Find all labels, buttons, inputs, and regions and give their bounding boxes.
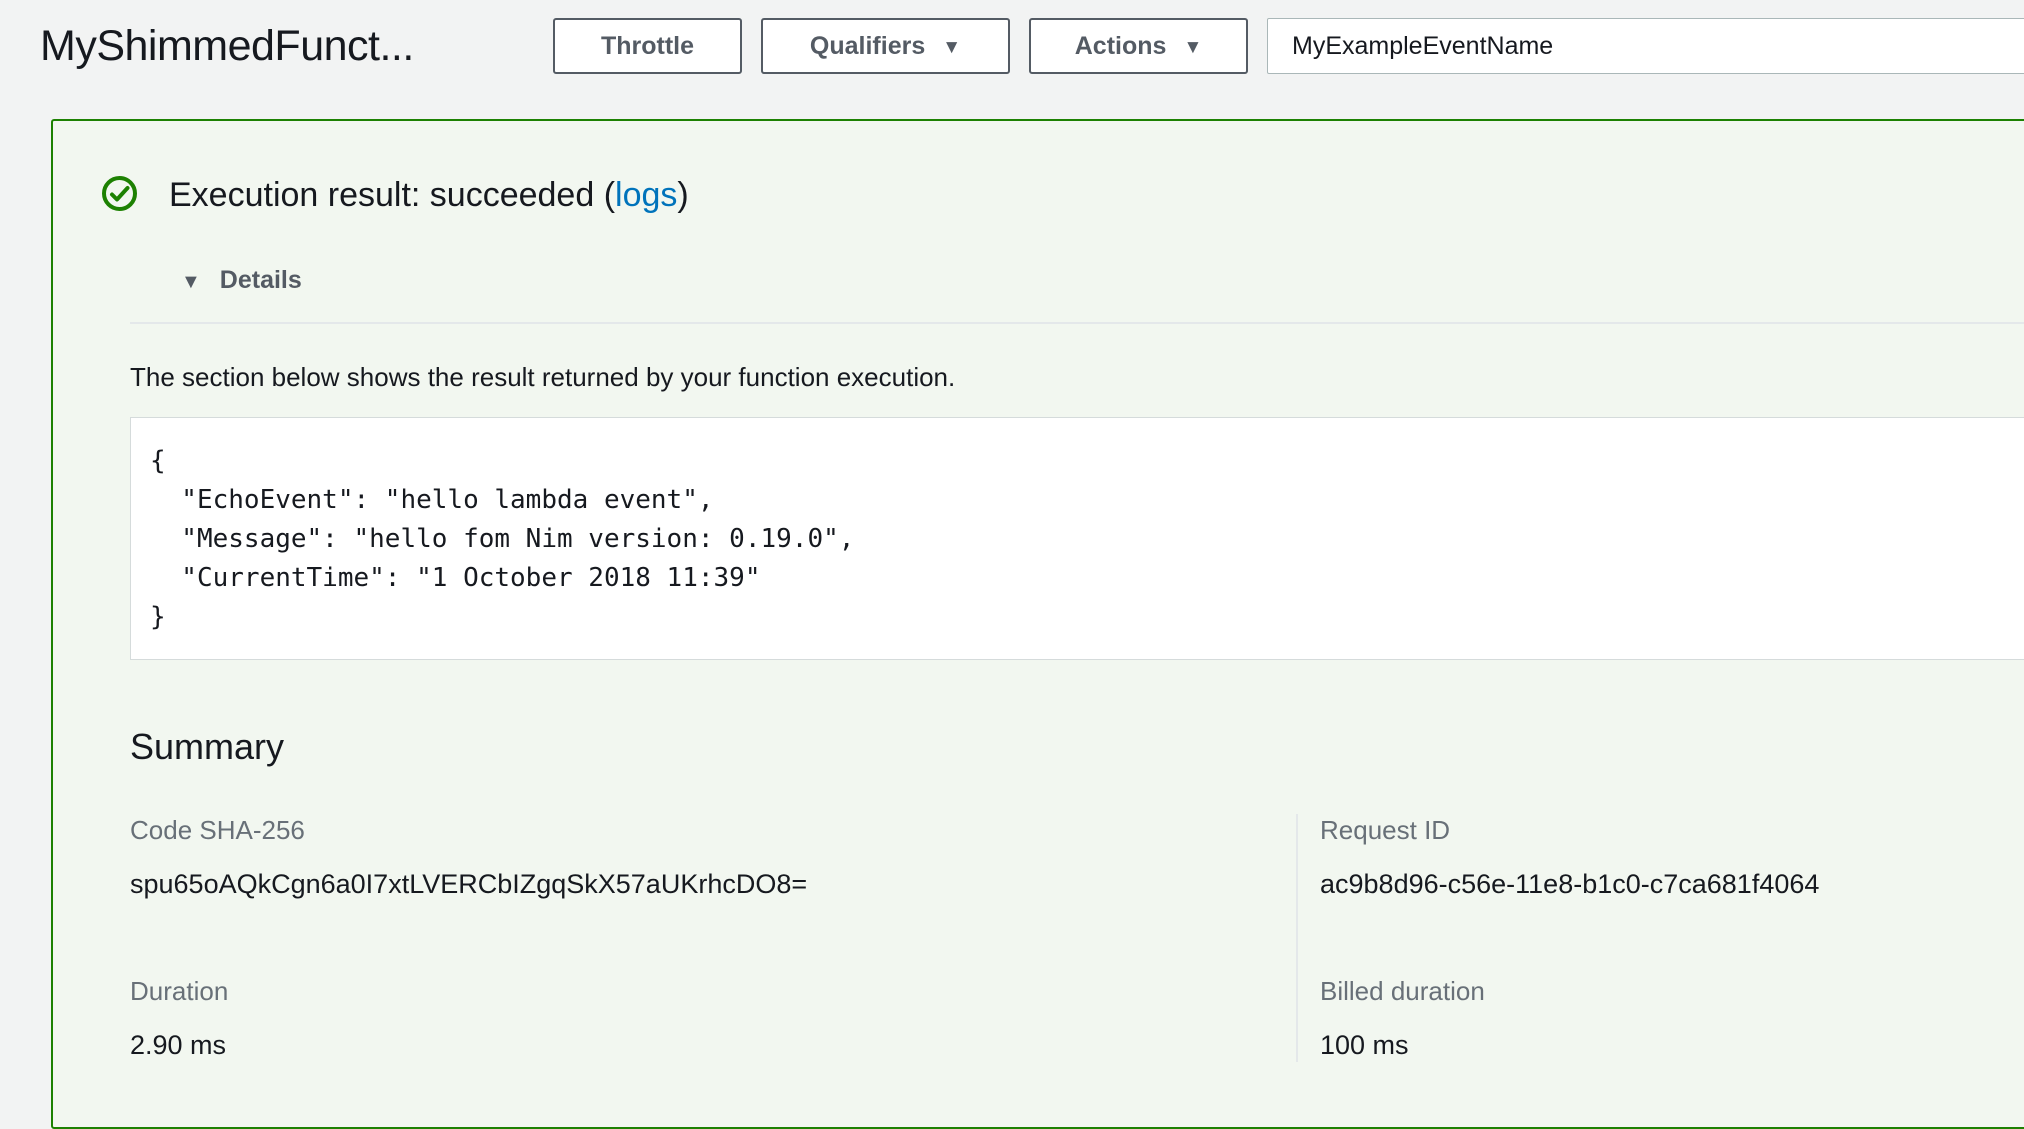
summary-field-code-sha: Code SHA-256 spu65oAQkCgn6a0I7xtLVERCbIZ… <box>130 814 1296 901</box>
qualifiers-button-label: Qualifiers <box>810 32 925 61</box>
result-output-box: { "EchoEvent": "hello lambda event", "Me… <box>130 417 2024 660</box>
summary-field-request-id: Request ID ac9b8d96-c56e-11e8-b1c0-c7ca6… <box>1320 814 2024 901</box>
field-label: Billed duration <box>1320 975 2024 1007</box>
caret-down-icon: ▼ <box>942 38 961 57</box>
field-label: Duration <box>130 975 1296 1007</box>
test-event-select[interactable]: MyExampleEventName <box>1267 18 2024 74</box>
execution-result-panel: Execution result: succeeded (logs) ▼ Det… <box>51 119 2024 1129</box>
function-name-title: MyShimmedFunct... <box>40 22 534 71</box>
result-description: The section below shows the result retur… <box>130 360 2024 394</box>
caret-down-icon: ▼ <box>181 272 201 292</box>
field-value: 100 ms <box>1320 1029 2024 1062</box>
summary-column-right: Request ID ac9b8d96-c56e-11e8-b1c0-c7ca6… <box>1296 814 2024 1062</box>
summary-field-duration: Duration 2.90 ms <box>130 975 1296 1062</box>
caret-down-icon: ▼ <box>1183 38 1202 57</box>
logs-link[interactable]: logs <box>615 176 677 214</box>
success-check-icon <box>100 174 139 213</box>
result-output-json: { "EchoEvent": "hello lambda event", "Me… <box>150 442 2024 637</box>
heading-text: Execution result: succeeded ( <box>169 176 615 214</box>
throttle-button-label: Throttle <box>601 32 694 61</box>
actions-button-label: Actions <box>1075 32 1167 61</box>
details-toggle-label: Details <box>220 266 302 295</box>
field-value: ac9b8d96-c56e-11e8-b1c0-c7ca681f4064 <box>1320 868 2024 901</box>
summary-grid: Code SHA-256 spu65oAQkCgn6a0I7xtLVERCbIZ… <box>130 814 2024 1062</box>
test-event-selected-value: MyExampleEventName <box>1292 32 1553 61</box>
throttle-button[interactable]: Throttle <box>553 18 742 74</box>
section-divider <box>130 322 2024 324</box>
details-toggle[interactable]: ▼ Details <box>181 266 302 295</box>
actions-button[interactable]: Actions ▼ <box>1029 18 1248 74</box>
execution-result-heading: Execution result: succeeded (logs) <box>169 174 689 216</box>
execution-result-header: Execution result: succeeded (logs) <box>100 174 2024 216</box>
field-label: Code SHA-256 <box>130 814 1296 846</box>
summary-field-billed-duration: Billed duration 100 ms <box>1320 975 2024 1062</box>
summary-column-left: Code SHA-256 spu65oAQkCgn6a0I7xtLVERCbIZ… <box>130 814 1296 1062</box>
field-value: 2.90 ms <box>130 1029 1296 1062</box>
summary-title: Summary <box>130 726 2024 768</box>
heading-text-close: ) <box>677 176 688 214</box>
field-value: spu65oAQkCgn6a0I7xtLVERCbIZgqSkX57aUKrhc… <box>130 868 1296 901</box>
function-header: MyShimmedFunct... Throttle Qualifiers ▼ … <box>0 0 2024 74</box>
field-label: Request ID <box>1320 814 2024 846</box>
qualifiers-button[interactable]: Qualifiers ▼ <box>761 18 1010 74</box>
